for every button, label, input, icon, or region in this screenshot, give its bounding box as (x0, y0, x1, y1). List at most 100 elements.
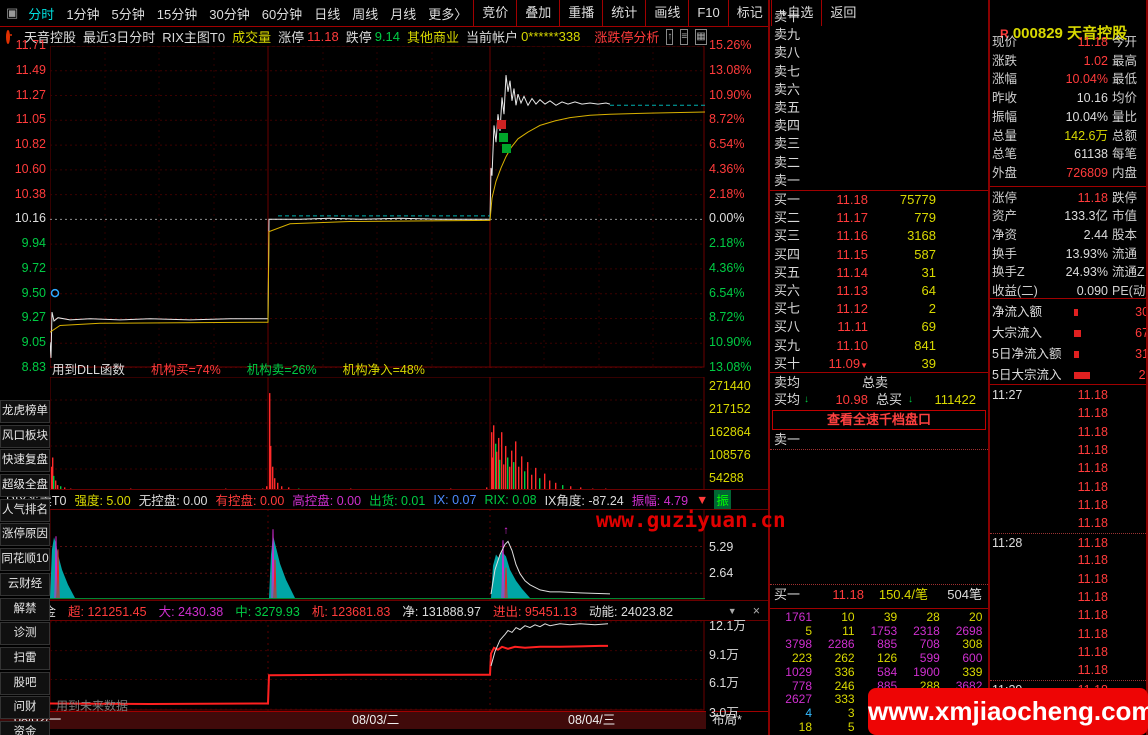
sidebar-item-风口板块[interactable]: 风口板块 (0, 425, 50, 448)
toolbar-button-统计[interactable]: 统计 (602, 0, 645, 26)
time-sales-row[interactable]: 11.18 (990, 661, 1148, 679)
time-sales-row[interactable]: 11.182 (990, 404, 1148, 422)
sell-row-卖二[interactable]: 卖二 (770, 154, 988, 172)
full-depth-link[interactable]: 查看全速千档盘口 (772, 410, 986, 430)
buy-row-买九[interactable]: 买九11.10841 (770, 337, 988, 355)
sidebar-item-涨停原因[interactable]: 涨停原因 (0, 523, 50, 546)
price-chart[interactable] (50, 46, 705, 368)
sell-row-卖一[interactable]: 卖一 (770, 172, 988, 190)
industry-label[interactable]: 其他商业 (407, 27, 459, 46)
buy-row-买六[interactable]: 买六11.1364 (770, 282, 988, 300)
period-tab-30分钟[interactable]: 30分钟 (203, 4, 255, 23)
limit-analysis-link[interactable]: 涨跌停分析 (594, 27, 659, 46)
funds-indicator-header[interactable]: 分时资金超: 121251.45大: 2430.38中: 3279.93机: 1… (0, 600, 768, 621)
period-tab-1分钟[interactable]: 1分钟 (60, 4, 105, 23)
sell-row-卖五[interactable]: 卖五 (770, 99, 988, 117)
sell-row-卖八[interactable]: 卖八 (770, 44, 988, 62)
buy-row-买七[interactable]: 买七11.122 (770, 300, 988, 318)
time-sales-row[interactable]: 11.18 (990, 588, 1148, 606)
sidebar-item-资金[interactable]: 资金 (0, 721, 50, 735)
ts-price: 11.18 (1036, 625, 1108, 643)
tick-cell: 1029 (770, 666, 812, 680)
sidebar-item-股吧[interactable]: 股吧 (0, 672, 50, 695)
sell-row-卖六[interactable]: 卖六 (770, 81, 988, 99)
sidebar-item-快速复盘[interactable]: 快速复盘 (0, 449, 50, 472)
chart-mode[interactable]: 最近3日分时 (83, 27, 155, 46)
period-tab-5分钟[interactable]: 5分钟 (106, 4, 151, 23)
time-sales-row[interactable]: 11.182 (990, 441, 1148, 459)
flow-value: 2.0 (1110, 365, 1148, 385)
time-sales-row[interactable]: 11.18 (990, 643, 1148, 661)
time-sales-row[interactable]: 11.181 (990, 625, 1148, 643)
indicator-field: 振 (714, 490, 731, 509)
time-sales-row[interactable]: 11.183 (990, 496, 1148, 514)
buy-row-买三[interactable]: 买三11.163168 (770, 227, 988, 245)
period-tab-周线[interactable]: 周线 (346, 4, 384, 23)
buy-price: 11.14 (800, 264, 868, 282)
info-label-2: 今开 (1112, 33, 1137, 51)
sidebar-item-诊测[interactable]: 诊测 (0, 622, 50, 645)
window-icon[interactable]: ▣ (0, 5, 22, 21)
window-split-icon[interactable]: ▦ (695, 29, 706, 45)
sell-row-卖十[interactable]: 卖十 (770, 8, 988, 26)
indicator-field: 净: 131888.97 (402, 601, 481, 620)
sidebar-item-扫雷[interactable]: 扫雷 (0, 647, 50, 670)
volume-indicator[interactable]: 成交量 (232, 27, 271, 46)
tick-cell: 28 (898, 611, 940, 625)
toolbar-button-标记[interactable]: 标记 (728, 0, 771, 26)
time-sales-row[interactable]: 11.184 (990, 570, 1148, 588)
main-indicator[interactable]: RIX主图T0 (162, 27, 225, 46)
sidebar-item-解禁[interactable]: 解禁 (0, 598, 50, 621)
buy-row-买二[interactable]: 买二11.17779 (770, 209, 988, 227)
indicator-field: 无控盘: 0.00 (139, 490, 208, 509)
rix-axis-tick: 5.29 (709, 540, 767, 554)
divider (988, 0, 990, 735)
period-tab-更多〉[interactable]: 更多〉 (422, 4, 473, 23)
buy-row-买四[interactable]: 买四11.15587 (770, 246, 988, 264)
sidebar-item-问财[interactable]: 问财 (0, 696, 50, 719)
sell-avg-label: 卖均 (774, 374, 800, 392)
volume-chart[interactable] (50, 377, 705, 492)
sell-row-卖三[interactable]: 卖三 (770, 135, 988, 153)
time-sales-row[interactable]: 11.185 (990, 514, 1148, 532)
toolbar-button-竞价[interactable]: 竞价 (473, 0, 516, 26)
info-value: 11.18 (1020, 189, 1108, 207)
up-arrow-box-icon[interactable]: ↑ (666, 29, 673, 45)
period-tab-月线[interactable]: 月线 (384, 4, 422, 23)
time-sales-row[interactable]: 11.182 (990, 478, 1148, 496)
buy-row-买八[interactable]: 买八11.1169 (770, 318, 988, 336)
time-sales-row[interactable]: 11.1817 (990, 606, 1148, 624)
funds-chart[interactable] (50, 619, 705, 711)
period-tab-日线[interactable]: 日线 (308, 4, 346, 23)
limit-up-value: 11.18 (307, 29, 339, 44)
toolbar-button-画线[interactable]: 画线 (645, 0, 688, 26)
right-axis-tick: 2.18% (709, 236, 767, 250)
sidebar-item-同花顺10[interactable]: 同花顺10 (0, 548, 50, 571)
buy-row-买一[interactable]: 买一11.1875779 (770, 191, 988, 209)
sidebar-item-人气排名[interactable]: 人气排名 (0, 499, 50, 522)
toolbar-button-叠加[interactable]: 叠加 (516, 0, 559, 26)
menu-icon[interactable]: ≡ (680, 29, 688, 45)
time-sales-row[interactable]: 11:2711.181 (990, 386, 1148, 404)
buy-row-买五[interactable]: 买五11.1431 (770, 264, 988, 282)
rix-indicator-header[interactable]: RIX买卖T0强度: 5.00无控盘: 0.00有控盘: 0.00高控盘: 0.… (0, 489, 768, 510)
sell-row-卖九[interactable]: 卖九 (770, 26, 988, 44)
toolbar-button-重播[interactable]: 重播 (559, 0, 602, 26)
toolbar-button-F10[interactable]: F10 (688, 0, 727, 26)
time-sales-row[interactable]: 11:2811.182 (990, 533, 1148, 552)
left-axis-tick: 9.72 (0, 261, 46, 275)
sidebar-item-超级全盘[interactable]: 超级全盘 (0, 474, 50, 497)
sidebar-item-云财经[interactable]: 云财经 (0, 573, 50, 596)
period-tab-15分钟[interactable]: 15分钟 (151, 4, 203, 23)
time-sales-row[interactable]: 11.18 (990, 551, 1148, 569)
time-sales-row[interactable]: 11.18 (990, 423, 1148, 441)
period-tab-60分钟[interactable]: 60分钟 (256, 4, 308, 23)
buy-row-买十[interactable]: 买十11.09▼39 (770, 355, 988, 373)
sidebar-item-龙虎榜单[interactable]: 龙虎榜单 (0, 400, 50, 423)
info-label-2: 最高 (1112, 52, 1137, 70)
time-sales-row[interactable]: 11.184 (990, 459, 1148, 477)
tick-cell: 10 (813, 611, 855, 625)
sell-row-卖四[interactable]: 卖四 (770, 117, 988, 135)
period-tab-分时[interactable]: 分时 (22, 4, 60, 23)
sell-row-卖七[interactable]: 卖七 (770, 63, 988, 81)
